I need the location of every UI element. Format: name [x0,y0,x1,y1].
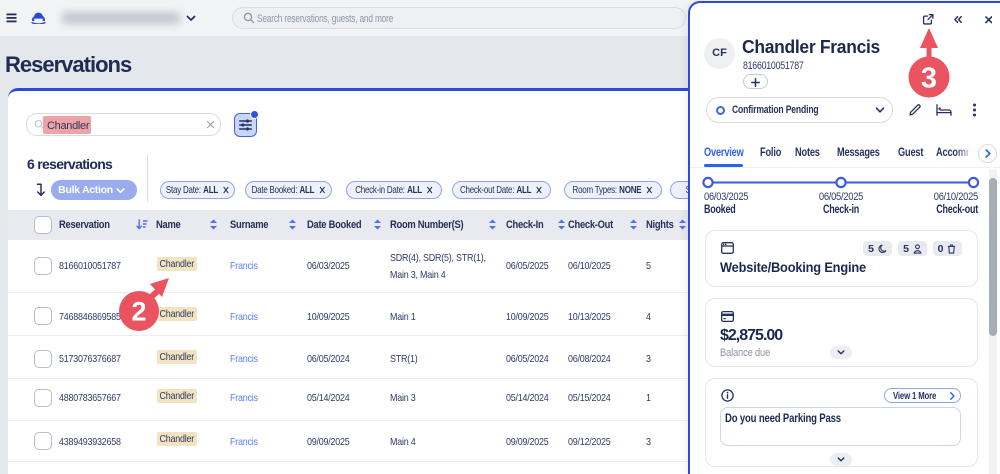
svg-text:2: 2 [131,297,146,327]
svg-text:3: 3 [921,63,937,95]
